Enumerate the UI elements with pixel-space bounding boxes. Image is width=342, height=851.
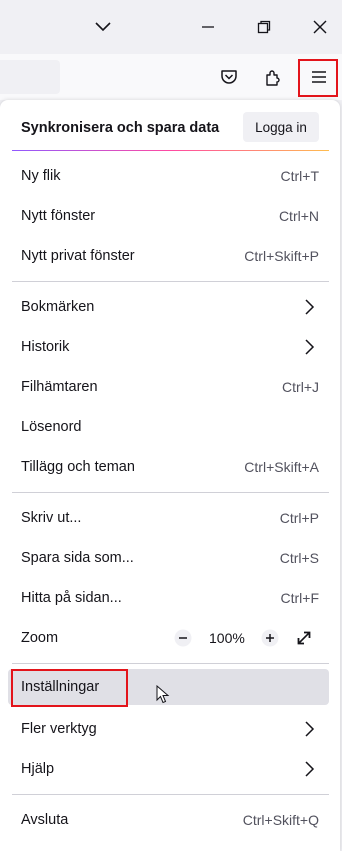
fullscreen-icon (297, 631, 311, 645)
menu-item-label: Filhämtaren (21, 379, 98, 395)
menu-item-shortcut: Ctrl+Skift+P (244, 248, 319, 264)
minimize-button[interactable] (190, 0, 226, 54)
menu-separator (12, 281, 329, 282)
tab-list-button[interactable] (88, 0, 118, 54)
menu-item-shortcut: Ctrl+P (279, 510, 319, 526)
menu-item-label: Ny flik (21, 168, 61, 184)
menu-item-label: Spara sida som... (21, 550, 134, 566)
menu-item-shortcut: Ctrl+Skift+Q (242, 812, 319, 828)
pocket-button[interactable] (214, 62, 244, 92)
menu-item-save-page[interactable]: Spara sida som... Ctrl+S (8, 540, 329, 576)
sync-row: Synkronisera och spara data Logga in (0, 100, 340, 150)
menu-item-quit[interactable]: Avsluta Ctrl+Skift+Q (8, 802, 329, 838)
extensions-button[interactable] (259, 62, 289, 92)
chevron-right-icon (305, 339, 315, 355)
settings-highlight (11, 669, 128, 707)
zoom-out-button[interactable] (173, 628, 193, 648)
zoom-level[interactable]: 100% (209, 630, 245, 646)
fullscreen-button[interactable] (294, 628, 314, 648)
app-menu-highlight (298, 59, 338, 97)
menu-item-label: Avsluta (21, 812, 69, 828)
menu-item-new-window[interactable]: Nytt fönster Ctrl+N (8, 198, 329, 234)
restore-button[interactable] (246, 0, 282, 54)
menu-item-bookmarks[interactable]: Bokmärken (8, 289, 329, 325)
menu-separator (12, 492, 329, 493)
menu-item-label: Fler verktyg (21, 721, 97, 737)
menu-item-new-tab[interactable]: Ny flik Ctrl+T (8, 158, 329, 194)
minus-icon (174, 629, 192, 647)
menu-item-label: Lösenord (21, 419, 82, 435)
plus-icon (261, 629, 279, 647)
menu-item-label: Zoom (21, 630, 59, 646)
menu-item-label: Skriv ut... (21, 510, 82, 526)
extensions-icon (266, 70, 280, 86)
title-bar (0, 0, 342, 54)
menu-item-print[interactable]: Skriv ut... Ctrl+P (8, 500, 329, 536)
menu-item-shortcut: Ctrl+S (279, 550, 319, 566)
menu-item-shortcut: Ctrl+T (280, 168, 320, 184)
menu-item-help[interactable]: Hjälp (8, 751, 329, 787)
zoom-in-button[interactable] (260, 628, 280, 648)
menu-item-more-tools[interactable]: Fler verktyg (8, 711, 329, 747)
menu-item-passwords[interactable]: Lösenord (8, 409, 329, 445)
menu-item-zoom: Zoom 100% (8, 620, 329, 656)
sync-divider (12, 150, 329, 151)
menu-item-label: Historik (21, 339, 70, 355)
login-button[interactable]: Logga in (243, 112, 319, 142)
menu-item-label: Nytt fönster (21, 208, 96, 224)
menu-item-shortcut: Ctrl+Skift+A (244, 459, 319, 475)
mouse-cursor-icon (156, 685, 170, 704)
close-icon (313, 20, 327, 34)
navigation-toolbar (0, 54, 342, 100)
restore-icon (257, 20, 271, 34)
menu-item-shortcut: Ctrl+J (282, 379, 319, 395)
menu-item-addons-themes[interactable]: Tillägg och teman Ctrl+Skift+A (8, 449, 329, 485)
menu-item-label: Hitta på sidan... (21, 590, 122, 606)
menu-item-label: Nytt privat fönster (21, 248, 135, 264)
menu-item-new-private-window[interactable]: Nytt privat fönster Ctrl+Skift+P (8, 238, 329, 274)
menu-separator (12, 663, 329, 664)
chevron-right-icon (305, 761, 315, 777)
minimize-icon (202, 26, 214, 28)
chevron-down-icon (95, 22, 111, 32)
menu-item-label: Tillägg och teman (21, 459, 135, 475)
sync-title: Synkronisera och spara data (21, 120, 220, 136)
menu-item-history[interactable]: Historik (8, 329, 329, 365)
app-menu-panel: Synkronisera och spara data Logga in Ny … (0, 100, 340, 851)
menu-item-shortcut: Ctrl+F (280, 590, 320, 606)
url-bar[interactable] (0, 60, 60, 94)
menu-item-find-in-page[interactable]: Hitta på sidan... Ctrl+F (8, 580, 329, 616)
menu-separator (12, 794, 329, 795)
chevron-right-icon (305, 721, 315, 737)
menu-item-label: Hjälp (21, 761, 55, 777)
chevron-right-icon (305, 299, 315, 315)
menu-item-label: Bokmärken (21, 299, 95, 315)
menu-item-downloads[interactable]: Filhämtaren Ctrl+J (8, 369, 329, 405)
close-button[interactable] (302, 0, 338, 54)
pocket-icon (221, 70, 237, 84)
menu-item-shortcut: Ctrl+N (278, 208, 319, 224)
